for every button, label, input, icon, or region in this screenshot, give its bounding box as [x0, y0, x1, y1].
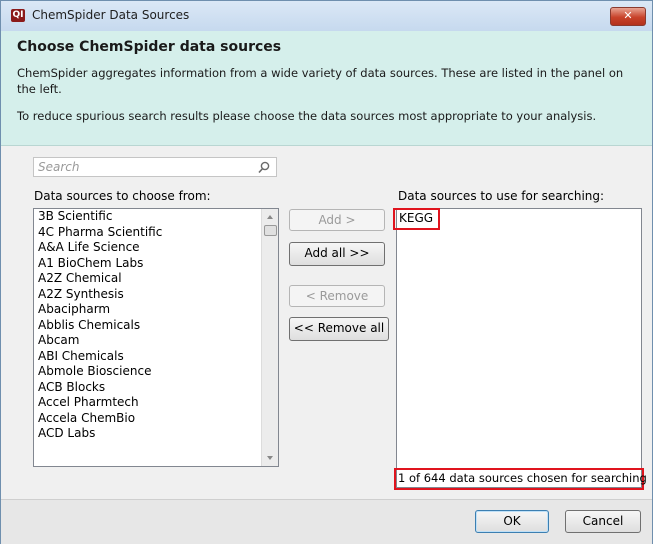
list-item[interactable]: A2Z Synthesis: [34, 287, 278, 303]
scroll-up-icon[interactable]: [267, 215, 273, 219]
list-item[interactable]: ACB Blocks: [34, 380, 278, 396]
search-icon[interactable]: [258, 161, 270, 177]
scroll-thumb[interactable]: [264, 225, 277, 236]
dialog-heading: Choose ChemSpider data sources: [17, 39, 282, 55]
ok-button[interactable]: OK: [475, 510, 549, 533]
search-placeholder: Search: [38, 160, 80, 174]
description-text: ChemSpider aggregates information from a…: [17, 66, 624, 96]
list-item[interactable]: ACD Labs: [34, 426, 278, 442]
scrollbar[interactable]: [261, 209, 278, 466]
remove-all-button[interactable]: << Remove all: [289, 317, 389, 341]
selection-count-status: 1 of 644 data sources chosen for searchi…: [398, 471, 647, 485]
remove-button[interactable]: < Remove: [289, 285, 385, 307]
list-item[interactable]: A&A Life Science: [34, 240, 278, 256]
app-logo-icon: QI: [11, 9, 25, 22]
available-sources-list[interactable]: 3B Scientific 4C Pharma Scientific A&A Lif…: [33, 208, 279, 467]
window-title: ChemSpider Data Sources: [32, 8, 190, 22]
list-item[interactable]: A1 BioChem Labs: [34, 256, 278, 272]
available-sources-label: Data sources to choose from:: [34, 189, 211, 203]
list-item[interactable]: Abblis Chemicals: [34, 318, 278, 334]
add-button[interactable]: Add >: [289, 209, 385, 231]
scroll-down-icon[interactable]: [267, 456, 273, 460]
list-item[interactable]: Accela ChemBio: [34, 411, 278, 427]
dialog-footer: OK Cancel: [1, 499, 652, 544]
list-item[interactable]: 3B Scientific: [34, 209, 278, 225]
title-bar[interactable]: QI ChemSpider Data Sources ✕: [1, 1, 652, 31]
list-item[interactable]: KEGG: [399, 211, 433, 225]
list-item[interactable]: 4C Pharma Scientific: [34, 225, 278, 241]
selected-sources-list[interactable]: [396, 208, 642, 488]
selected-sources-label: Data sources to use for searching:: [398, 189, 605, 203]
search-input[interactable]: Search: [33, 157, 277, 177]
cancel-button[interactable]: Cancel: [565, 510, 641, 533]
add-all-button[interactable]: Add all >>: [289, 242, 385, 266]
list-item[interactable]: A2Z Chemical: [34, 271, 278, 287]
list-item[interactable]: Abacipharm: [34, 302, 278, 318]
list-item[interactable]: ABI Chemicals: [34, 349, 278, 365]
list-item[interactable]: Accel Pharmtech: [34, 395, 278, 411]
dialog-window: QI ChemSpider Data Sources ✕ Choose Chem…: [0, 0, 653, 544]
instruction-text: To reduce spurious search results please…: [17, 109, 597, 123]
list-item[interactable]: Abcam: [34, 333, 278, 349]
list-item[interactable]: Abmole Bioscience: [34, 364, 278, 380]
header-panel: Choose ChemSpider data sources ChemSpide…: [1, 31, 652, 146]
close-button[interactable]: ✕: [610, 7, 646, 26]
